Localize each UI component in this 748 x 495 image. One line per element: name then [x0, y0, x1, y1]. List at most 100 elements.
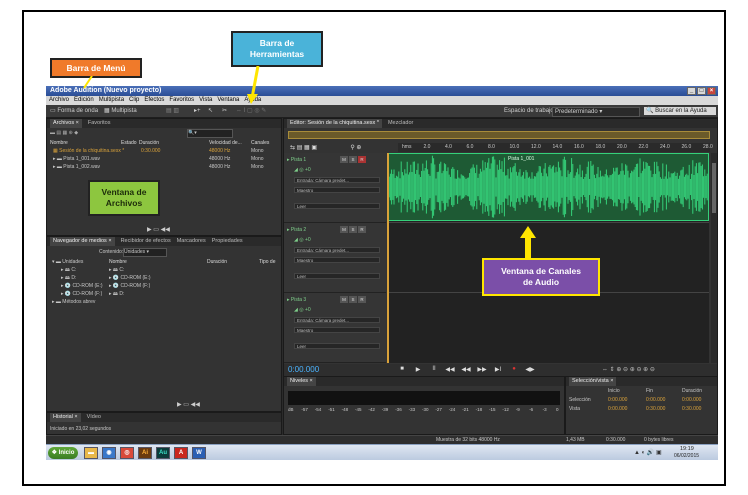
mute-button[interactable]: M — [340, 226, 348, 233]
drive-cdrom-f[interactable]: ▸ 💿 CD-ROM (F:) — [61, 291, 102, 297]
clock-date[interactable]: 06/02/2015 — [674, 453, 699, 459]
record-arm-button[interactable]: R — [358, 156, 366, 163]
transport-button[interactable]: ◀◀ — [444, 366, 456, 373]
sel-end[interactable]: 0:00.000 — [646, 397, 665, 403]
file-row-pista1-001[interactable]: ▸ ▬ Pista 1_001.wav — [53, 156, 100, 162]
track-name[interactable]: ▸ Pista 2 — [287, 227, 306, 233]
record-arm-button[interactable]: R — [358, 226, 366, 233]
files-toolbar-icons[interactable]: ▬ ▤ ▦ ⊕ ◆ — [50, 130, 78, 136]
tab-levels[interactable]: Niveles × — [287, 377, 316, 386]
media-bottom-controls[interactable]: ▶ ▭ ◀◀ — [177, 401, 200, 408]
track-input-select[interactable]: Entrada: Cámara predet... — [294, 177, 380, 183]
menu-effects[interactable]: Efectos — [144, 96, 164, 105]
start-button[interactable]: ❖ Inicio — [48, 447, 78, 459]
view-end[interactable]: 0:30.000 — [646, 406, 665, 412]
drive-cdrom-e[interactable]: ▸ 💿 CD-ROM (E:) — [61, 283, 103, 289]
audio-clip[interactable]: Pista 1_001 — [387, 153, 709, 221]
track-mode-select[interactable]: Leer — [294, 343, 380, 349]
menu-favorites[interactable]: Favoritos — [169, 96, 194, 105]
word-icon[interactable]: W — [192, 447, 206, 459]
transport-button[interactable]: ◀▶ — [524, 366, 536, 373]
media-col-name[interactable]: Nombre — [109, 259, 127, 265]
sel-start[interactable]: 0:00.000 — [608, 397, 627, 403]
tab-mixer[interactable]: Mezclador — [388, 119, 413, 128]
maximize-button[interactable]: □ — [697, 87, 706, 95]
file-row-pista1-002[interactable]: ▸ ▬ Pista 1_002.wav — [53, 164, 100, 170]
tab-properties[interactable]: Propiedades — [212, 237, 243, 246]
media-player-icon[interactable]: ◉ — [102, 447, 116, 459]
spectral-display-icon[interactable]: ▤ ▥ — [166, 105, 179, 117]
slip-tool-icon[interactable]: ⇔ I ▢ ◎ ✎ — [236, 105, 266, 117]
transport-button[interactable]: ◀◀ — [460, 366, 472, 373]
solo-button[interactable]: S — [349, 156, 357, 163]
transport-button[interactable]: II — [428, 366, 440, 373]
tab-editor[interactable]: Editor: Sesión de la chiquitina.sesx * — [287, 119, 382, 128]
tab-selection-view[interactable]: Selección/vista × — [569, 377, 617, 386]
menu-multitrack[interactable]: Multipista — [99, 96, 124, 105]
files-search-input[interactable]: 🔍▾ — [187, 129, 233, 138]
menu-view[interactable]: Vista — [199, 96, 212, 105]
view-duration[interactable]: 0:30.000 — [682, 406, 701, 412]
tab-effects-rack[interactable]: Recibidor de efectos — [121, 237, 171, 246]
menu-window[interactable]: Ventana — [217, 96, 239, 105]
vertical-scrollbar[interactable] — [711, 153, 717, 363]
track-name[interactable]: ▸ Pista 3 — [287, 297, 306, 303]
transport-button[interactable]: ■ — [396, 366, 408, 373]
sel-duration[interactable]: 0:00.000 — [682, 397, 701, 403]
col-name[interactable]: Nombre — [50, 140, 68, 146]
solo-button[interactable]: S — [349, 226, 357, 233]
drives-header[interactable]: ▾ ▬ Unidades — [52, 259, 83, 265]
select-tool-icon[interactable]: ↖ — [208, 105, 213, 117]
track-mode-select[interactable]: Leer — [294, 203, 380, 209]
tab-favorites[interactable]: Favoritos — [88, 119, 111, 128]
menu-clip[interactable]: Clip — [129, 96, 139, 105]
folder-icon[interactable]: ▬ — [84, 447, 98, 459]
chrome-icon[interactable]: ◎ — [120, 447, 134, 459]
transport-button[interactable]: ▶▶ — [476, 366, 488, 373]
tab-media-browser[interactable]: Navegador de medios × — [50, 237, 115, 246]
content-select[interactable]: Unidades ▾ — [123, 248, 167, 257]
record-arm-button[interactable]: R — [358, 296, 366, 303]
playhead[interactable] — [387, 153, 389, 363]
media-item[interactable]: ▸ 🖴 D: — [109, 291, 124, 299]
multitrack-mode-button[interactable]: ▦ Multipista — [104, 105, 137, 117]
media-item[interactable]: ▸ 💿 CD-ROM (E:) — [109, 275, 151, 281]
col-rate[interactable]: Velocidad de... — [209, 140, 242, 146]
menu-file[interactable]: Archivo — [49, 96, 69, 105]
shortcuts-item[interactable]: ▸ ▬ Métodos abrev — [52, 299, 95, 305]
track-volume[interactable]: ◢ ◎ +0 — [294, 307, 311, 313]
transport-button[interactable]: ▶ — [412, 366, 424, 373]
media-item[interactable]: ▸ 💿 CD-ROM (F:) — [109, 283, 150, 289]
zoom-controls[interactable]: ⇔ ⇕ ⊕ ⊖ ⊕ ⊖ ⊕ ⊖ — [602, 366, 655, 373]
razor-tool-icon[interactable]: ✂ — [222, 105, 227, 117]
overview-bar[interactable] — [288, 131, 710, 139]
scroll-thumb[interactable] — [712, 163, 716, 213]
track-name[interactable]: ▸ Pista 1 — [287, 157, 306, 163]
track-output-select[interactable]: Maestro — [294, 327, 380, 333]
mute-button[interactable]: M — [340, 156, 348, 163]
track-volume[interactable]: ◢ ◎ +0 — [294, 167, 311, 173]
tab-markers[interactable]: Marcadores — [177, 237, 206, 246]
help-search-input[interactable]: 🔍 Buscar en la Ayuda — [644, 107, 716, 115]
illustrator-icon[interactable]: Ai — [138, 447, 152, 459]
track-volume[interactable]: ◢ ◎ +0 — [294, 237, 311, 243]
track-input-select[interactable]: Entrada: Cámara predet... — [294, 247, 380, 253]
audition-icon[interactable]: Au — [156, 447, 170, 459]
editor-tool-icons[interactable]: ⇆ ▤ ▦ ▣ ⚲ ⊕ — [290, 144, 361, 151]
col-status[interactable]: Estado — [121, 140, 137, 146]
media-col-duration[interactable]: Duración — [207, 259, 227, 265]
track-output-select[interactable]: Maestro — [294, 187, 380, 193]
col-channels[interactable]: Canales — [251, 140, 269, 146]
files-bottom-controls[interactable]: ▶ ▭ ◀◀ — [147, 226, 170, 233]
view-start[interactable]: 0:00.000 — [608, 406, 627, 412]
track-mode-select[interactable]: Leer — [294, 273, 380, 279]
minimize-button[interactable]: _ — [687, 87, 696, 95]
transport-button[interactable]: ▶I — [492, 366, 504, 373]
col-duration[interactable]: Duración — [139, 140, 159, 146]
track-input-select[interactable]: Entrada: Cámara predet... — [294, 317, 380, 323]
tab-history[interactable]: Historial × — [50, 413, 81, 422]
menu-edit[interactable]: Edición — [74, 96, 94, 105]
transport-button[interactable]: ● — [508, 366, 520, 373]
tray-icons[interactable]: ▲ ◐ 🔊 ▣ — [634, 449, 662, 456]
move-tool-icon[interactable]: ▸+ — [194, 105, 201, 117]
